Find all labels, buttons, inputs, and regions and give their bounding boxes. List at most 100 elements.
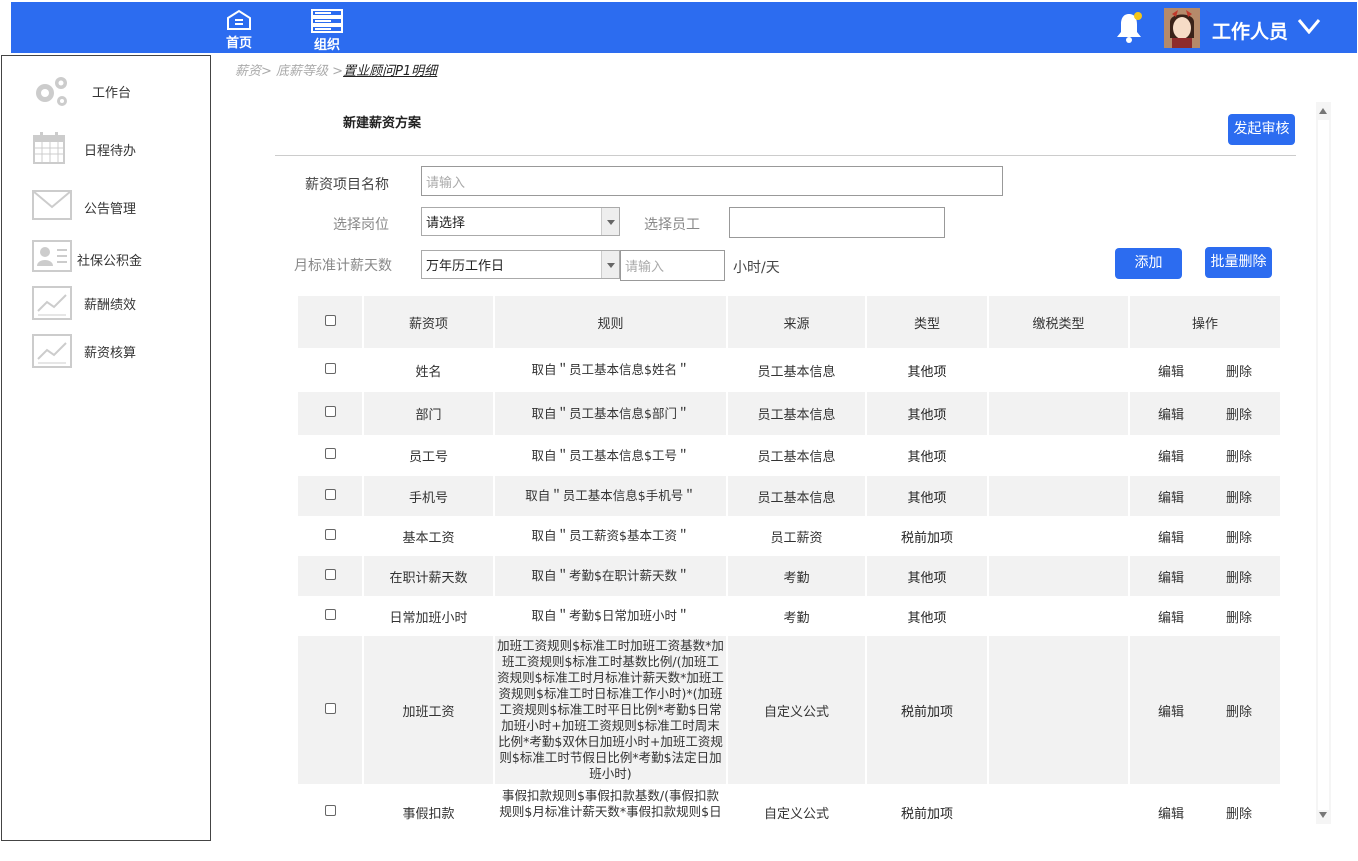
hours-unit: 小时/天 [733,260,780,276]
edit-link[interactable]: 编辑 [1158,527,1184,546]
scroll-up-icon[interactable] [1319,108,1327,114]
tax-cell [988,596,1130,636]
type-cell: 其他项 [866,596,989,636]
row-checkbox[interactable] [324,804,336,816]
source-cell: 自定义公式 [727,784,867,840]
select-all-checkbox[interactable] [324,314,336,326]
bell-icon[interactable] [1115,11,1145,49]
actions-cell: 编辑 删除 [1129,516,1282,556]
row-checkbox[interactable] [324,406,336,417]
chevron-down-icon[interactable] [1297,18,1321,38]
nav-home-label: 首页 [225,36,252,51]
sidebar-item-schedule[interactable]: 日程待办 [2,128,210,168]
type-cell: 其他项 [866,476,989,516]
row-checkbox[interactable] [324,362,336,374]
tax-cell [988,516,1130,556]
post-select[interactable]: 请选择 [421,207,620,236]
breadcrumb-current: 置业顾问P1明细 [343,64,438,79]
rule-cell: 加班工资规则$标准工时加班工资基数*加班工资规则$标准工时基数比例/(加班工资规… [494,636,728,784]
tax-cell [988,435,1130,476]
delete-link[interactable]: 删除 [1226,361,1252,380]
vertical-scrollbar[interactable] [1316,102,1331,824]
submit-review-button[interactable]: 发起审核 [1228,114,1295,145]
row-checkbox[interactable] [324,568,336,580]
breadcrumb: 薪资> 底薪等级 >置业顾问P1明细 [235,60,437,79]
delete-link[interactable]: 删除 [1226,527,1252,546]
checkbox-cell [298,596,364,636]
add-button[interactable]: 添加 [1115,248,1182,279]
avatar[interactable] [1164,8,1200,48]
row-checkbox[interactable] [324,448,336,459]
employee-label: 选择员工 [644,217,700,233]
item-cell: 事假扣款 [363,784,495,840]
row-checkbox[interactable] [324,488,336,500]
edit-link[interactable]: 编辑 [1158,404,1184,423]
edit-link[interactable]: 编辑 [1158,567,1184,586]
edit-link[interactable]: 编辑 [1158,701,1184,720]
table-row: 姓名 取自＂员工基本信息$姓名＂ 员工基本信息 其他项 编辑 删除 [298,348,1282,392]
delete-link[interactable]: 删除 [1226,701,1252,720]
edit-link[interactable]: 编辑 [1158,446,1184,465]
table-row: 基本工资 取自＂员工薪资$基本工资＂ 员工薪资 税前加项 编辑 删除 [298,516,1282,556]
sidebar-item-label: 社保公积金 [77,254,143,269]
delete-link[interactable]: 删除 [1226,607,1252,626]
batch-delete-button[interactable]: 批量删除 [1205,247,1272,278]
calendar-icon [33,132,65,164]
delete-link[interactable]: 删除 [1226,567,1252,586]
rule-cell: 取自＂考勤$日常加班小时＂ [494,596,728,636]
table-row: 加班工资 加班工资规则$标准工时加班工资基数*加班工资规则$标准工时基数比例/(加… [298,636,1282,784]
sidebar-item-workbench[interactable]: 工作台 [2,70,210,110]
edit-link[interactable]: 编辑 [1158,487,1184,506]
server-icon [311,9,343,33]
actions-cell: 编辑 删除 [1129,784,1282,840]
actions-cell: 编辑 删除 [1129,435,1282,476]
source-cell: 考勤 [727,556,867,596]
delete-link[interactable]: 删除 [1226,487,1252,506]
home-icon [227,9,251,30]
table-row: 部门 取自＂员工基本信息$部门＂ 员工基本信息 其他项 编辑 删除 [298,392,1282,435]
breadcrumb-trail[interactable]: 薪资> 底薪等级 > [235,64,343,79]
source-cell: 员工基本信息 [727,435,867,476]
sidebar-item-payroll[interactable]: 薪资核算 [2,330,210,370]
rule-cell: 取自＂员工基本信息$部门＂ [494,392,728,435]
edit-link[interactable]: 编辑 [1158,361,1184,380]
column-header: 操作 [1129,296,1282,348]
checkbox-cell [298,636,364,784]
sidebar-item-notice[interactable]: 公告管理 [2,186,210,226]
sidebar-item-performance[interactable]: 薪酬绩效 [2,282,210,322]
dropdown-arrow-icon [601,251,619,278]
edit-link[interactable]: 编辑 [1158,607,1184,626]
top-nav-bar: 首页 组织 工作人员 [11,2,1357,53]
rule-cell: 取自＂员工薪资$基本工资＂ [494,516,728,556]
chart-icon [32,334,72,368]
actions-cell: 编辑 删除 [1129,348,1282,392]
row-checkbox[interactable] [324,608,336,620]
item-cell: 员工号 [363,435,495,476]
sidebar-item-social-security[interactable]: 社保公积金 [2,238,210,278]
checkbox-cell [298,516,364,556]
delete-link[interactable]: 删除 [1226,803,1252,822]
checkbox-cell [298,348,364,392]
tax-cell [988,556,1130,596]
tax-cell [988,348,1130,392]
salary-name-input[interactable]: 请输入 [421,166,1003,196]
delete-link[interactable]: 删除 [1226,404,1252,423]
employee-input[interactable] [729,207,945,238]
type-cell: 税前加项 [866,636,989,784]
user-name[interactable]: 工作人员 [1212,17,1288,44]
scroll-thumb[interactable] [1318,120,1329,810]
delete-link[interactable]: 删除 [1226,446,1252,465]
scroll-down-icon[interactable] [1319,812,1327,818]
column-header: 类型 [866,296,989,348]
edit-link[interactable]: 编辑 [1158,803,1184,822]
standard-days-select[interactable]: 万年历工作日 [421,250,620,279]
sidebar-item-label: 日程待办 [84,144,137,159]
standard-days-value: 万年历工作日 [426,259,505,274]
hours-input[interactable]: 请输入 [620,250,725,281]
table-row: 员工号 取自＂员工基本信息$工号＂ 员工基本信息 其他项 编辑 删除 [298,435,1282,476]
nav-org[interactable]: 组织 [304,9,350,53]
nav-home[interactable]: 首页 [216,9,262,51]
id-card-icon [32,240,72,272]
row-checkbox[interactable] [324,528,336,540]
row-checkbox[interactable] [324,702,336,714]
